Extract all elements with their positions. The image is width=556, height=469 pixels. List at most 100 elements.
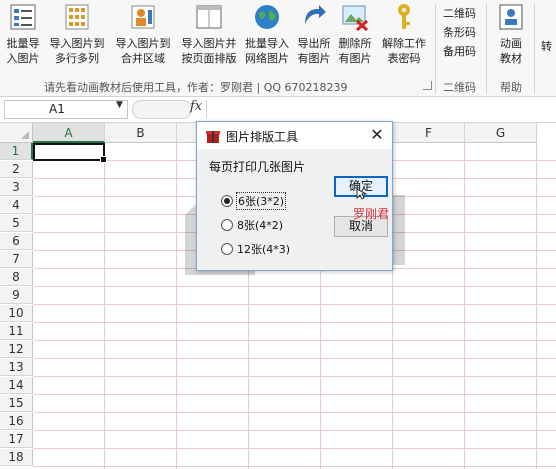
import-merge-page-label-1: 导入图片并	[181, 37, 237, 50]
row-header[interactable]: 16	[0, 413, 33, 430]
delete-all-button[interactable]: 删除所 有图片	[334, 2, 376, 66]
batch-import-label-1: 批量导	[6, 37, 40, 50]
row-header[interactable]: 9	[0, 287, 33, 304]
key-icon	[398, 4, 410, 29]
row-gridline	[33, 286, 556, 287]
row-gridline	[33, 466, 556, 467]
group-separator	[534, 4, 535, 94]
row-gridline	[33, 376, 556, 377]
formula-input[interactable]	[206, 100, 552, 119]
formula-bar: A1 ▼ fx	[0, 97, 556, 123]
batch-import-web-label-1: 批量导入	[245, 37, 289, 50]
dialog-title: 图片排版工具	[226, 130, 299, 144]
row-gridline	[33, 448, 556, 449]
list-image-icon	[10, 4, 36, 30]
row-header[interactable]: 6	[0, 233, 33, 250]
row-gridline	[33, 430, 556, 431]
row-gridline	[33, 412, 556, 413]
barcode-group-footer: 二维码	[443, 81, 476, 94]
backup-code-button[interactable]: 备用码	[443, 43, 476, 59]
option-label: 12张(4*3)	[237, 243, 291, 256]
unlock-workbook-label-1: 解除工作	[382, 37, 426, 50]
row-header[interactable]: 13	[0, 359, 33, 376]
group-launcher-icon[interactable]	[423, 81, 432, 90]
unlock-workbook-label-2: 表密码	[387, 52, 421, 65]
row-header[interactable]: 7	[0, 251, 33, 268]
author-tag: 罗刚君	[353, 207, 390, 221]
dialog-titlebar[interactable]: 图片排版工具 ✕	[197, 122, 392, 149]
delete-image-icon	[342, 5, 369, 32]
batch-import-web-label-2: 网络图片	[245, 52, 289, 65]
row-header[interactable]: 18	[0, 449, 33, 466]
row-header[interactable]: 4	[0, 197, 33, 214]
name-box[interactable]: A1	[4, 100, 128, 119]
row-gridline	[33, 340, 556, 341]
row-header[interactable]: 17	[0, 431, 33, 448]
row-header[interactable]: 1	[0, 143, 33, 160]
tutorial-label-1: 动画	[500, 37, 522, 50]
merge-import-icon	[131, 5, 155, 29]
row-header[interactable]: 15	[0, 395, 33, 412]
batch-import-button[interactable]: 批量导 入图片	[2, 2, 44, 66]
globe-icon	[255, 5, 279, 29]
import-merged-label-2: 合并区域	[121, 52, 165, 65]
radio-unchecked-icon[interactable]	[221, 219, 233, 231]
row-gridline	[33, 322, 556, 323]
fx-icon[interactable]: fx	[190, 99, 202, 114]
row-header[interactable]: 2	[0, 161, 33, 178]
column-gridline	[536, 143, 537, 469]
tutorial-icon	[499, 4, 523, 30]
radio-unchecked-icon[interactable]	[221, 243, 233, 255]
row-gridline	[33, 394, 556, 395]
batch-import-web-button[interactable]: 批量导入 网络图片	[240, 2, 294, 66]
column-header[interactable]: F	[393, 123, 465, 143]
row-header[interactable]: 3	[0, 179, 33, 196]
option-label: 6张(3*2)	[235, 192, 287, 210]
export-all-label-2: 有图片	[297, 52, 331, 65]
row-header[interactable]: 8	[0, 269, 33, 286]
select-all-corner[interactable]	[0, 123, 33, 143]
radio-checked-icon[interactable]	[221, 195, 233, 207]
column-gridline	[464, 143, 465, 469]
column-header[interactable]: A	[33, 123, 105, 143]
active-cell-a1[interactable]	[33, 143, 107, 163]
grid-import-icon	[65, 4, 89, 30]
export-all-label-1: 导出所	[297, 37, 331, 50]
column-header[interactable]: G	[465, 123, 537, 143]
row-header[interactable]: 11	[0, 323, 33, 340]
qrcode-button[interactable]: 二维码	[443, 5, 476, 21]
close-button[interactable]: ✕	[367, 125, 387, 145]
delete-all-label-2: 有图片	[338, 52, 372, 65]
import-merged-label-1: 导入图片到	[115, 37, 171, 50]
chevron-down-icon[interactable]: ▼	[116, 100, 123, 110]
column-header[interactable]: B	[105, 123, 177, 143]
image-group-footer: 请先看动画教材后使用工具，作者：罗刚君 | QQ 670218239	[44, 81, 348, 94]
column-gridline	[176, 143, 177, 469]
mouse-cursor-icon	[356, 188, 368, 200]
dialog-prompt: 每页打印几张图片	[209, 160, 306, 174]
export-all-button[interactable]: 导出所 有图片	[294, 2, 334, 66]
row-header[interactable]: 14	[0, 377, 33, 394]
group-separator	[435, 4, 436, 94]
row-header[interactable]: 10	[0, 305, 33, 322]
page-layout-icon	[196, 5, 222, 29]
row-gridline	[33, 304, 556, 305]
unlock-workbook-button[interactable]: 解除工作 表密码	[376, 2, 432, 66]
import-multi-row-label-2: 多行多列	[55, 52, 99, 65]
row-header[interactable]: 5	[0, 215, 33, 232]
delete-all-label-1: 删除所	[338, 37, 372, 50]
row-header[interactable]: 12	[0, 341, 33, 358]
import-multi-row-label-1: 导入图片到	[49, 37, 105, 50]
partial-ribbon-label[interactable]: 转	[541, 38, 552, 54]
row-gridline	[33, 358, 556, 359]
group-separator	[486, 4, 487, 94]
gift-box-icon	[206, 131, 220, 143]
barcode-button[interactable]: 条形码	[443, 24, 476, 40]
batch-import-label-2: 入图片	[6, 52, 40, 65]
import-merged-button[interactable]: 导入图片到 合并区域	[110, 2, 176, 66]
tutorial-button[interactable]: 动画 教材	[492, 2, 530, 66]
import-multi-row-button[interactable]: 导入图片到 多行多列	[44, 2, 110, 66]
option-label: 8张(4*2)	[237, 219, 284, 232]
help-group-footer: 帮助	[500, 81, 522, 94]
import-merge-page-button[interactable]: 导入图片并 按页面排版	[176, 2, 242, 66]
